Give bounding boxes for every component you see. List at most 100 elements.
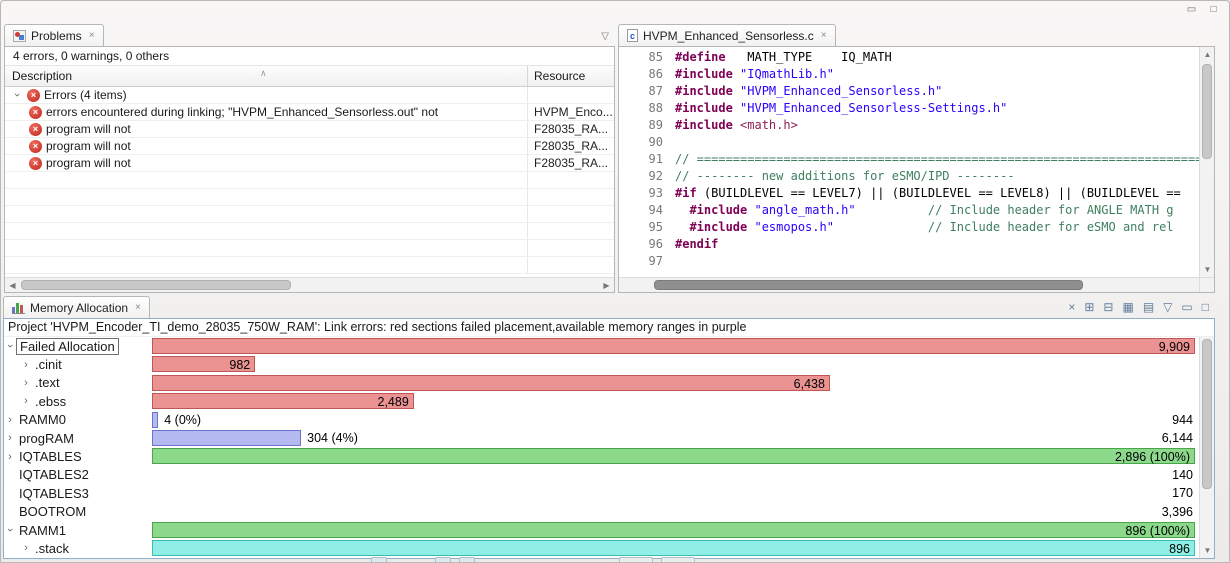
empty-description-cell bbox=[5, 172, 528, 188]
scroll-down-icon[interactable]: ▼ bbox=[1200, 543, 1215, 558]
column-header-description[interactable]: Description ∧ bbox=[5, 66, 528, 86]
code-segment bbox=[733, 118, 740, 132]
code-text: #include "angle_math.h" // Include heade… bbox=[675, 202, 1174, 219]
code-segment: #include bbox=[675, 118, 733, 132]
memory-row-label: ›RAMM0 bbox=[4, 411, 150, 429]
expander-icon[interactable]: › bbox=[4, 432, 16, 444]
code-line: 95 #include "esmopos.h" // Include heade… bbox=[619, 219, 1199, 236]
memory-row[interactable]: 170IQTABLES3 bbox=[4, 484, 1199, 502]
empty-resource-cell bbox=[528, 172, 614, 188]
code-segment: // -------- new additions for eSMO/IPD -… bbox=[675, 169, 1015, 183]
memory-row[interactable]: 982›.cinit bbox=[4, 355, 1199, 373]
code-line: 97 bbox=[619, 253, 1199, 270]
problems-icon bbox=[13, 30, 26, 42]
problem-description-cell: ×program will not bbox=[5, 138, 528, 154]
close-icon[interactable]: × bbox=[135, 302, 141, 313]
memory-row[interactable]: 304 (4%)6,144›progRAM bbox=[4, 429, 1199, 447]
empty-resource-cell bbox=[528, 189, 614, 205]
expand-all-icon[interactable]: ⊞ bbox=[1084, 300, 1094, 314]
problems-row[interactable]: ×errors encountered during linking; "HVP… bbox=[5, 104, 614, 121]
expander-icon[interactable]: › bbox=[4, 414, 16, 426]
memory-value: 4 (0%) bbox=[164, 411, 201, 429]
tab-problems[interactable]: Problems × bbox=[4, 24, 104, 46]
memory-row[interactable]: 3,396BOOTROM bbox=[4, 503, 1199, 521]
close-icon[interactable]: × bbox=[89, 30, 95, 41]
code-text: #if (BUILDLEVEL == LEVEL7) || (BUILDLEVE… bbox=[675, 185, 1181, 202]
scroll-right-icon[interactable]: ▶ bbox=[599, 278, 614, 293]
editor-hscrollbar[interactable] bbox=[619, 277, 1199, 292]
close-icon[interactable]: × bbox=[821, 30, 827, 41]
expander-icon[interactable]: › bbox=[20, 359, 32, 371]
column-header-resource[interactable]: Resource bbox=[528, 66, 614, 86]
scroll-thumb[interactable] bbox=[1202, 64, 1212, 159]
scroll-up-icon[interactable]: ▲ bbox=[1200, 47, 1215, 62]
line-number: 89 bbox=[619, 117, 675, 134]
code-segment: #if bbox=[675, 186, 697, 200]
code-segment: #include bbox=[675, 67, 733, 81]
expander-icon[interactable]: › bbox=[20, 542, 32, 554]
maximize-icon[interactable]: □ bbox=[1202, 300, 1209, 314]
memory-value: 896 bbox=[1169, 541, 1190, 557]
view-menu-icon[interactable]: ▽ bbox=[601, 31, 609, 42]
memory-label-text: Failed Allocation bbox=[16, 338, 119, 355]
code-text: #include "HVPM_Enhanced_Sensorless.h" bbox=[675, 83, 942, 100]
code-text: #include "HVPM_Enhanced_Sensorless-Setti… bbox=[675, 100, 1007, 117]
problems-content: 4 errors, 0 warnings, 0 others Descripti… bbox=[4, 46, 615, 293]
workbench-window: ▭ □ Problems × ▽ 4 errors, 0 warnings, 0 … bbox=[0, 0, 1230, 563]
view-menu-icon[interactable]: ▽ bbox=[1163, 300, 1172, 314]
empty-resource-cell bbox=[528, 206, 614, 222]
memory-row[interactable]: 140IQTABLES2 bbox=[4, 466, 1199, 484]
code-line: 94 #include "angle_math.h" // Include he… bbox=[619, 202, 1199, 219]
scroll-left-icon[interactable]: ◀ bbox=[5, 278, 20, 293]
memory-bar-green: 2,896 (100%) bbox=[152, 448, 1195, 464]
code-line: 93#if (BUILDLEVEL == LEVEL7) || (BUILDLE… bbox=[619, 185, 1199, 202]
tab-memory-allocation[interactable]: Memory Allocation × bbox=[3, 296, 150, 318]
memory-row[interactable]: 4 (0%)944›RAMM0 bbox=[4, 411, 1199, 429]
scroll-thumb[interactable] bbox=[1202, 339, 1212, 489]
minimize-icon[interactable]: ▭ bbox=[1181, 300, 1192, 314]
problems-row[interactable]: ×program will notF28035_RA... bbox=[5, 155, 614, 172]
problems-hscrollbar[interactable]: ◀ ▶ bbox=[5, 277, 614, 292]
expander-icon[interactable]: › bbox=[20, 377, 32, 389]
memory-row[interactable]: 6,438›.text bbox=[4, 374, 1199, 392]
memory-bar-red: 6,438 bbox=[152, 375, 830, 391]
code-editor[interactable]: 85#define MATH_TYPE IQ_MATH86#include "I… bbox=[619, 49, 1199, 277]
line-number: 85 bbox=[619, 49, 675, 66]
problem-resource-cell: F28035_RA... bbox=[528, 155, 614, 171]
memory-row-label: BOOTROM bbox=[4, 503, 150, 521]
tab-editor-file[interactable]: c HVPM_Enhanced_Sensorless.c × bbox=[618, 24, 836, 46]
memory-row[interactable]: 896›.stack bbox=[4, 539, 1199, 557]
scroll-down-icon[interactable]: ▼ bbox=[1200, 262, 1215, 277]
expander-icon[interactable]: › bbox=[4, 340, 16, 352]
memory-row[interactable]: 2,489›.ebss bbox=[4, 392, 1199, 410]
memory-vscrollbar[interactable]: ▼ bbox=[1199, 337, 1214, 558]
editor-vscrollbar[interactable]: ▲ ▼ bbox=[1199, 47, 1214, 277]
column-header-resource-label: Resource bbox=[534, 69, 585, 83]
pin-view-icon[interactable]: ▤ bbox=[1143, 300, 1154, 314]
minimize-button[interactable]: ▭ bbox=[1184, 3, 1199, 16]
code-line: 91// ===================================… bbox=[619, 151, 1199, 168]
maximize-button[interactable]: □ bbox=[1206, 3, 1221, 16]
obscured-tab-fragment bbox=[661, 557, 695, 562]
memory-row[interactable]: 896 (100%)›RAMM1 bbox=[4, 521, 1199, 539]
close-icon[interactable]: × bbox=[1068, 300, 1075, 314]
memory-bar-red: 2,489 bbox=[152, 393, 414, 409]
expander-icon[interactable]: › bbox=[20, 395, 32, 407]
memory-row[interactable]: 9,909›Failed Allocation bbox=[4, 337, 1199, 355]
expander-icon[interactable]: › bbox=[4, 524, 16, 536]
memory-subtitle: Project 'HVPM_Encoder_TI_demo_28035_750W… bbox=[4, 319, 1214, 337]
collapse-all-icon[interactable]: ⊟ bbox=[1103, 300, 1113, 314]
problems-row[interactable]: ×program will notF28035_RA... bbox=[5, 138, 614, 155]
expander-icon[interactable]: › bbox=[4, 451, 16, 463]
problems-row[interactable]: ×program will notF28035_RA... bbox=[5, 121, 614, 138]
problems-empty-row bbox=[5, 172, 614, 189]
memory-row[interactable]: 2,896 (100%)›IQTABLES bbox=[4, 447, 1199, 465]
memory-row-label: ›RAMM1 bbox=[4, 521, 150, 539]
scroll-thumb[interactable] bbox=[654, 280, 1083, 290]
problems-group-row[interactable]: › × Errors (4 items) bbox=[5, 87, 614, 104]
scroll-thumb[interactable] bbox=[21, 280, 291, 290]
new-view-icon[interactable]: ▦ bbox=[1122, 300, 1133, 314]
memory-label-text: BOOTROM bbox=[16, 504, 89, 519]
code-segment bbox=[856, 203, 928, 217]
expander-icon[interactable]: › bbox=[11, 89, 23, 101]
